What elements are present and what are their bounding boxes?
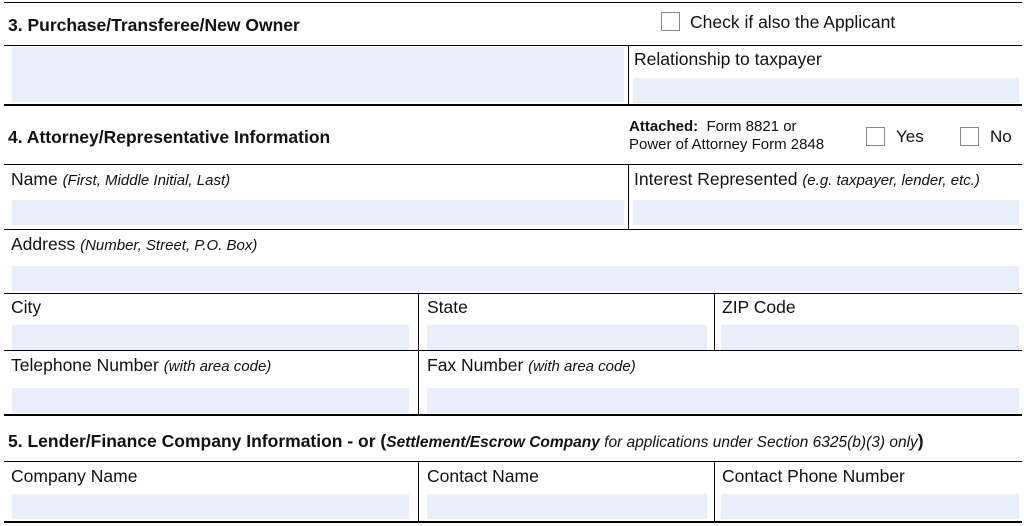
phone-label: Telephone Number (with area code) — [11, 355, 272, 375]
address-field[interactable] — [12, 266, 1019, 291]
zip-field[interactable] — [721, 325, 1019, 350]
section-rule — [4, 104, 1022, 106]
divider — [418, 461, 419, 523]
section-5-title: 5. Lender/Finance Company Information - … — [8, 431, 924, 451]
attached-no-label: No — [990, 127, 1012, 146]
zip-label: ZIP Code — [722, 297, 796, 317]
contact-phone-field[interactable] — [721, 494, 1019, 519]
contact-name-label: Contact Name — [427, 466, 539, 486]
rule — [4, 45, 1022, 46]
fax-label: Fax Number (with area code) — [427, 355, 636, 375]
section-3-title: 3. Purchase/Transferee/New Owner — [8, 15, 300, 35]
contact-name-field[interactable] — [427, 494, 707, 519]
company-name-field[interactable] — [12, 494, 409, 519]
rule — [4, 350, 1022, 351]
relationship-label: Relationship to taxpayer — [634, 49, 822, 69]
city-field[interactable] — [12, 325, 409, 350]
state-field[interactable] — [427, 325, 707, 350]
rule — [4, 164, 1022, 165]
rule — [4, 229, 1022, 230]
divider — [418, 293, 419, 415]
section-4-title: 4. Attorney/Representative Information — [8, 127, 331, 147]
relationship-field[interactable] — [633, 78, 1019, 103]
contact-phone-label: Contact Phone Number — [722, 466, 905, 486]
divider — [714, 461, 715, 523]
state-label: State — [427, 297, 468, 317]
bottom-rule — [4, 521, 1022, 523]
divider — [714, 293, 715, 350]
new-owner-name-field[interactable] — [12, 47, 624, 102]
phone-field[interactable] — [12, 388, 409, 413]
interest-label: Interest Represented (e.g. taxpayer, len… — [634, 169, 980, 189]
applicant-checkbox[interactable] — [661, 12, 680, 31]
attached-yes-checkbox[interactable] — [866, 127, 885, 146]
attorney-name-label: Name (First, Middle Initial, Last) — [11, 169, 231, 189]
divider — [628, 164, 629, 230]
attached-no-checkbox[interactable] — [960, 127, 979, 146]
interest-field[interactable] — [633, 200, 1019, 225]
top-rule — [4, 2, 1022, 3]
applicant-checkbox-label: Check if also the Applicant — [690, 12, 896, 32]
attached-label: Attached: — [629, 118, 699, 135]
attached-text-2: Power of Attorney Form 2848 — [629, 136, 825, 153]
rule — [4, 461, 1022, 462]
fax-field[interactable] — [427, 388, 1019, 413]
attached-yes-label: Yes — [896, 127, 924, 146]
company-name-label: Company Name — [11, 466, 138, 486]
rule — [4, 293, 1022, 294]
attorney-name-field[interactable] — [12, 200, 624, 225]
divider — [628, 45, 629, 105]
address-label: Address (Number, Street, P.O. Box) — [11, 234, 258, 254]
attached-text-1: Form 8821 or — [706, 118, 797, 135]
city-label: City — [11, 297, 42, 317]
section-rule — [4, 414, 1022, 416]
attached-line-1: Attached: Form 8821 or — [629, 118, 797, 136]
